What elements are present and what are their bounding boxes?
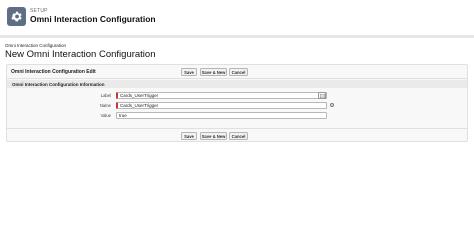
panel-bottom-divider: [7, 128, 467, 129]
section-title: Omni Interaction Configuration Informati…: [12, 81, 105, 87]
gear-icon: [7, 7, 26, 26]
help-info-icon[interactable]: i: [330, 103, 334, 107]
cancel-button-top[interactable]: Cancel: [229, 68, 248, 76]
save-button-bottom[interactable]: Save: [181, 132, 197, 140]
value-field-label: Value: [100, 113, 111, 118]
panel-top-bar: Omni Interaction Configuration Edit Save…: [7, 65, 467, 79]
translation-picker-icon[interactable]: [318, 92, 326, 99]
name-field-label: Name: [99, 103, 111, 108]
cancel-button-bottom[interactable]: Cancel: [229, 132, 248, 140]
setup-header: SETUP Omni Interaction Configuration: [0, 0, 474, 35]
value-input[interactable]: true: [116, 112, 327, 119]
edit-panel: Omni Interaction Configuration Edit Save…: [6, 64, 468, 142]
label-input[interactable]: Cards_UserTrigger: [116, 92, 327, 99]
save-new-button-top[interactable]: Save & New: [200, 68, 227, 76]
label-field-label: Label: [100, 93, 111, 98]
page-title: New Omni Interaction Configuration: [5, 49, 156, 60]
save-button-top[interactable]: Save: [181, 68, 197, 76]
save-new-button-bottom[interactable]: Save & New: [200, 132, 227, 140]
name-input[interactable]: Cards_UserTrigger: [116, 102, 327, 109]
header-title: Omni Interaction Configuration: [30, 14, 156, 24]
header-divider: [0, 35, 474, 38]
panel-heading: Omni Interaction Configuration Edit: [11, 69, 96, 75]
breadcrumb[interactable]: Omni Interaction Configuration: [5, 43, 66, 48]
